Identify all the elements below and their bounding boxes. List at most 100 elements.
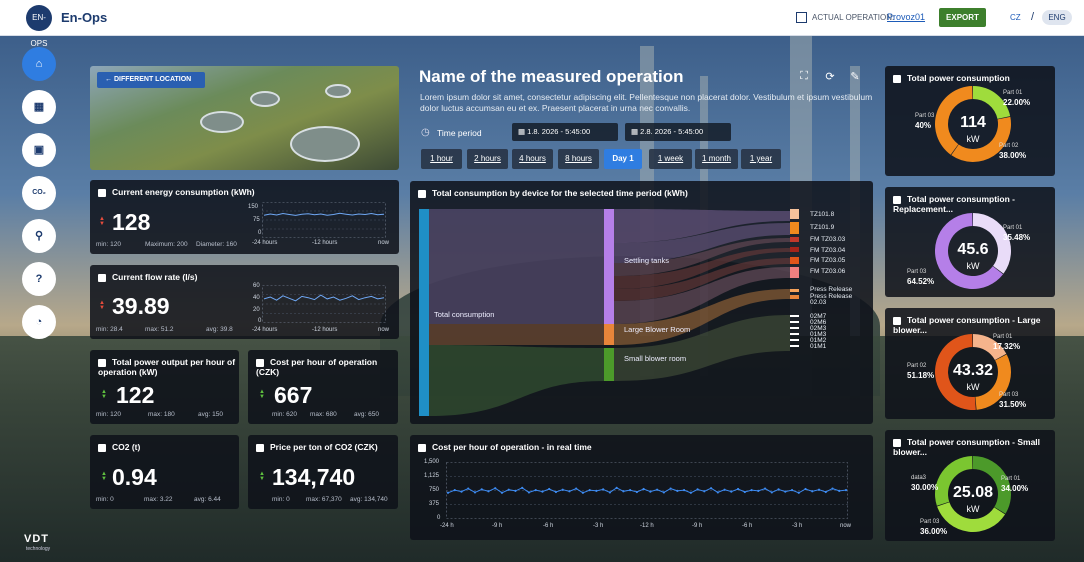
date-from-field[interactable]: ▦ 1.8. 2026 - 5:45:00 — [512, 123, 618, 141]
donut-checkbox[interactable] — [893, 438, 901, 447]
calendar-icon[interactable]: ▦ — [22, 90, 56, 124]
data-point — [554, 490, 558, 494]
gauge-icon[interactable]: ◔ — [22, 305, 56, 339]
flow-checkbox[interactable] — [98, 273, 106, 282]
lang-cz-button[interactable]: CZ — [1010, 13, 1021, 22]
realtime-xtick: -9 h — [692, 523, 703, 529]
sankey-node-device — [790, 267, 799, 278]
range-2-hours[interactable]: 2 hours — [467, 149, 508, 169]
sankey-node-small[interactable] — [604, 348, 614, 381]
donut-unit: kW — [966, 382, 980, 392]
trend-arrows-icon: ▲ ▼ — [101, 471, 107, 482]
realtime-xtick: -24 h — [440, 523, 454, 529]
home-icon[interactable]: ⌂ — [22, 47, 56, 81]
sankey-node-device — [790, 339, 799, 341]
different-location-label: DIFFERENT LOCATION — [113, 76, 192, 83]
realtime-xtick: -3 h — [792, 523, 803, 529]
flow-min: min: 28.4 — [96, 326, 123, 333]
sankey-flow-settling — [429, 209, 604, 324]
realtime-checkbox[interactable] — [418, 443, 426, 452]
flow-xtick: -12 hours — [312, 327, 338, 333]
data-point — [743, 490, 746, 494]
donut-part-pct: 64.52% — [907, 277, 935, 286]
schedule-icon[interactable]: ▣ — [22, 133, 56, 167]
date-to-value: 2.8. 2026 - 5:45:00 — [640, 127, 704, 136]
app-logo[interactable]: EN-OPS — [26, 5, 52, 48]
data-point — [669, 487, 672, 490]
range-8-hours[interactable]: 8 hours — [558, 149, 599, 169]
cost-hour-checkbox[interactable] — [256, 358, 264, 367]
sankey-device-label: 02.03 — [810, 299, 827, 306]
donut-part-pct: 30.00% — [911, 483, 939, 492]
data-point — [473, 491, 477, 494]
data-point — [467, 487, 470, 490]
sankey-node-total[interactable] — [419, 209, 429, 416]
donut-checkbox[interactable] — [893, 316, 901, 325]
data-point — [649, 490, 652, 493]
cost-hour-value: 667 — [274, 382, 313, 408]
donut-part-pct: 40% — [915, 121, 932, 130]
range-4-hours[interactable]: 4 hours — [512, 149, 553, 169]
sankey-device-label: Press Release — [810, 286, 853, 293]
data-point — [608, 491, 611, 494]
sankey-flow-small — [429, 345, 604, 416]
realtime-panel: Cost per hour of operation - in real tim… — [410, 435, 873, 540]
data-point — [494, 487, 497, 490]
flow-ytick: 20 — [253, 307, 260, 313]
range-1-hour[interactable]: 1 hour — [421, 149, 462, 169]
donut-part-label: Part 03 — [999, 392, 1019, 398]
sankey-diagram — [419, 209, 799, 416]
flow-line-chart — [262, 285, 386, 323]
data-point — [588, 489, 591, 492]
data-point — [561, 488, 564, 491]
data-point — [514, 489, 517, 492]
satellite-icon[interactable]: ⚲ — [22, 219, 56, 253]
data-point — [575, 487, 578, 490]
range-1-year[interactable]: 1 year — [741, 149, 781, 169]
co2-avg: avg: 6.44 — [194, 496, 221, 503]
sankey-flow-large — [429, 324, 604, 345]
co2-min: min: 0 — [96, 496, 114, 503]
data-point — [595, 489, 598, 492]
donut-checkbox[interactable] — [893, 195, 901, 204]
different-location-button[interactable]: ← DIFFERENT LOCATION — [97, 72, 205, 88]
range-1-month[interactable]: 1 month — [695, 149, 738, 169]
donut-checkbox[interactable] — [893, 74, 901, 83]
donut-part-pct: 38.00% — [999, 151, 1027, 160]
donut-unit: kW — [966, 261, 980, 271]
donut-value: 25.08 — [953, 484, 994, 501]
cost-hour-avg: avg: 650 — [354, 411, 379, 418]
operation-icon — [796, 12, 807, 23]
realtime-title: Cost per hour of operation - in real tim… — [432, 442, 592, 452]
energy-checkbox[interactable] — [98, 188, 106, 197]
energy-ytick: 0 — [258, 230, 262, 236]
actual-operation-link[interactable]: Provoz01 — [887, 12, 925, 22]
donut-part-label: Part 01 — [993, 334, 1013, 340]
operation-description: Lorem ipsum dolor sit amet, consectetur … — [420, 92, 873, 113]
range-day-1[interactable]: Day 1 — [604, 149, 642, 169]
refresh-icon[interactable]: ⟳ — [823, 70, 837, 84]
lang-eng-button[interactable]: ENG — [1042, 10, 1072, 25]
help-icon[interactable]: ? — [22, 262, 56, 296]
donut-part-label: Part 03 — [915, 113, 935, 119]
data-point — [703, 490, 706, 493]
sankey-node-large[interactable] — [604, 324, 614, 345]
energy-panel: Current energy consumption (kWh) ▲ ▼ 128 … — [90, 180, 399, 254]
co2-checkbox[interactable] — [98, 443, 106, 452]
donut-value: 45.6 — [957, 241, 989, 258]
co2-icon[interactable]: CO₂ — [22, 176, 56, 210]
co2-max: max: 3.22 — [144, 496, 173, 503]
edit-icon[interactable]: ✎ — [848, 70, 862, 84]
range-1-week[interactable]: 1 week — [649, 149, 692, 169]
co2-price-checkbox[interactable] — [256, 443, 264, 452]
sankey-node-settling[interactable] — [604, 209, 614, 324]
date-to-field[interactable]: ▦ 2.8. 2026 - 5:45:00 — [625, 123, 731, 141]
data-point — [635, 490, 638, 494]
data-point — [696, 488, 699, 491]
export-button[interactable]: EXPORT — [939, 8, 986, 27]
vdt-logo-sub: technology — [26, 546, 51, 552]
power-output-checkbox[interactable] — [98, 358, 106, 367]
fullscreen-icon[interactable]: ⛶ — [797, 70, 811, 84]
calendar-icon: ▦ — [631, 127, 641, 136]
flow-panel: Current flow rate (l/s) ▲ ▼ 39.89 min: 28… — [90, 265, 399, 339]
